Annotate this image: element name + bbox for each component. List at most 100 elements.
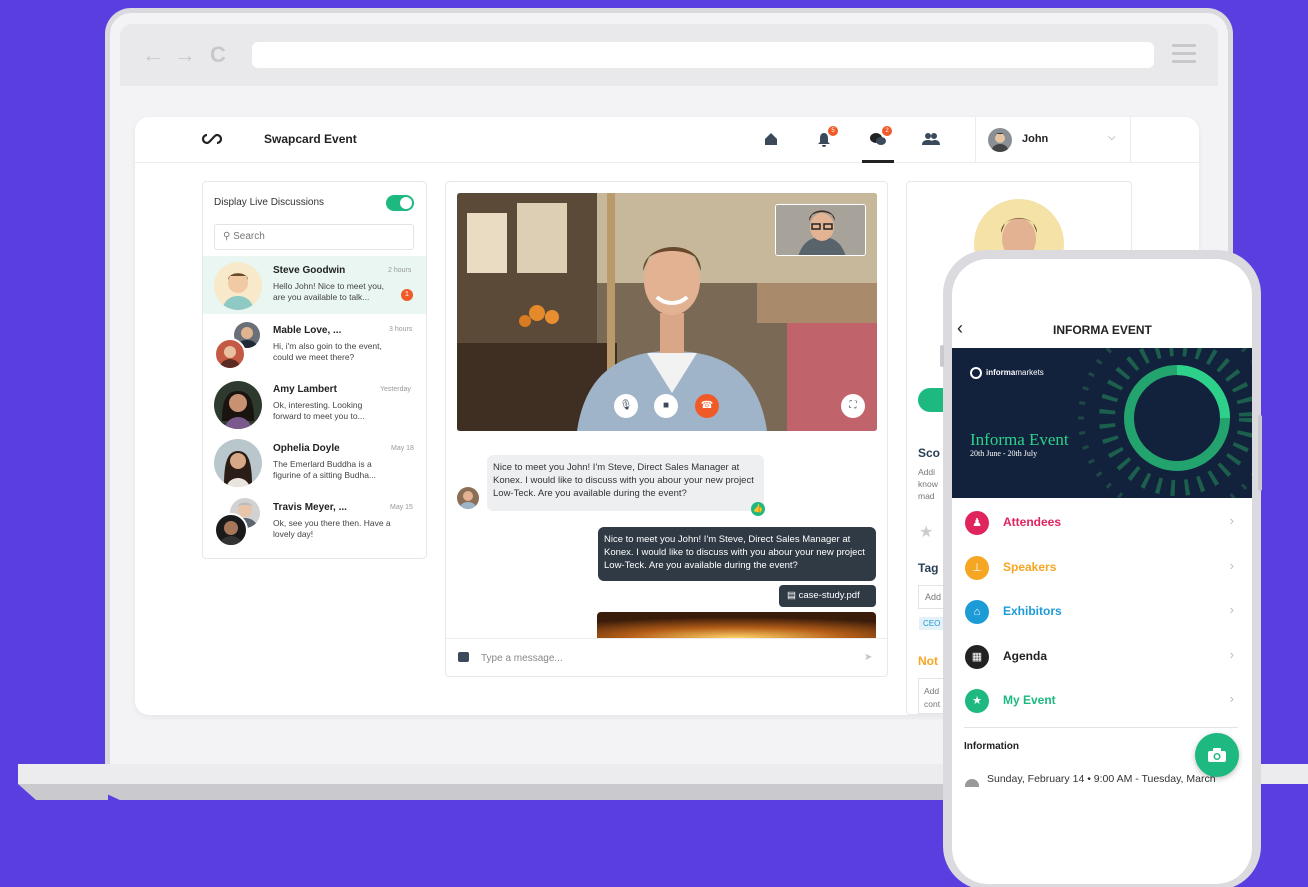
attendees-icon: ♟	[965, 511, 989, 535]
conversation-time: 3 hours	[389, 326, 413, 333]
self-view-video[interactable]	[775, 204, 866, 256]
camera-icon[interactable]: ■	[654, 394, 678, 418]
avatar	[214, 513, 248, 547]
reload-button[interactable]: C	[210, 42, 226, 68]
back-button[interactable]: ←	[142, 42, 164, 68]
avatar	[457, 487, 479, 509]
phone-volume-button	[940, 345, 944, 367]
menu-label: Agenda	[1003, 649, 1048, 663]
contacts-icon[interactable]	[920, 128, 942, 150]
banner-dates: 20th June - 20th July	[970, 449, 1038, 458]
user-name: John	[1022, 133, 1049, 145]
phone-side-button	[1258, 415, 1262, 491]
notes-text-line: Add	[924, 686, 940, 696]
active-tab-indicator	[862, 160, 894, 163]
messages-badge: 2	[882, 126, 892, 136]
agenda-icon: ▦	[965, 645, 989, 669]
chevron-right-icon: ›	[1229, 602, 1234, 617]
phone-title: INFORMA EVENT	[1053, 323, 1152, 337]
message-input[interactable]: Type a message...	[481, 653, 563, 664]
conversation-name[interactable]: Travis Meyer, ...	[273, 502, 347, 513]
conversation-preview: Hello John! Nice to meet you, are you av…	[273, 281, 385, 302]
forward-button[interactable]: →	[174, 42, 196, 68]
menu-icon[interactable]	[1172, 44, 1196, 64]
star-icon[interactable]: ★	[919, 522, 933, 542]
notes-label: Not	[918, 654, 938, 668]
image-icon[interactable]	[458, 652, 469, 662]
outgoing-message: Nice to meet you John! I'm Steve, Direct…	[598, 527, 876, 581]
live-discussions-label: Display Live Discussions	[214, 197, 325, 208]
tags-label: Tag	[918, 561, 939, 575]
unread-badge: 1	[401, 289, 413, 301]
microphone-icon[interactable]: 🎙	[614, 394, 638, 418]
menu-item-my-event[interactable]: ★ My Event ›	[952, 679, 1252, 723]
tag-chip[interactable]: CEO	[919, 617, 945, 630]
conversation-preview: Ok, see you there then. Have a lovely da…	[273, 518, 391, 539]
score-label: Sco	[918, 446, 941, 460]
conversation-time: May 18	[391, 445, 414, 452]
avatar	[214, 262, 262, 310]
menu-item-agenda[interactable]: ▦ Agenda ›	[952, 635, 1252, 679]
score-text-line: mad	[918, 491, 935, 501]
avatar	[214, 338, 246, 370]
chevron-right-icon: ›	[1229, 513, 1234, 528]
conversation-time: Yesterday	[380, 386, 411, 393]
file-name: case-study.pdf	[798, 590, 860, 601]
incoming-message: Nice to meet you John! I'm Steve, Direct…	[487, 455, 764, 511]
back-chevron-icon[interactable]: ‹	[957, 318, 963, 339]
menu-label: Exhibitors	[1003, 604, 1062, 618]
informa-markets-logo: informamarkets	[986, 368, 1044, 377]
menu-label: Speakers	[1003, 560, 1057, 574]
search-placeholder: Search	[233, 231, 265, 242]
information-heading: Information	[964, 741, 1019, 752]
informa-logo-icon	[970, 367, 982, 379]
avatar	[214, 439, 262, 487]
address-bar[interactable]	[252, 42, 1154, 68]
menu-item-attendees[interactable]: ♟ Attendees ›	[952, 501, 1252, 545]
score-text-line: Addi	[918, 467, 936, 477]
conversation-name[interactable]: Mable Love, ...	[273, 325, 341, 336]
conversation-name[interactable]: Steve Goodwin	[273, 265, 345, 276]
chevron-right-icon: ›	[1229, 647, 1234, 662]
camera-fab-button[interactable]	[1195, 733, 1239, 777]
swapcard-logo[interactable]	[200, 130, 224, 151]
image-attachment[interactable]	[597, 612, 876, 638]
divider	[964, 727, 1238, 728]
score-text-line: know	[918, 479, 938, 489]
chevron-down-icon[interactable]: ⌵	[1108, 132, 1116, 143]
file-attachment[interactable]: ▤ case-study.pdf	[779, 585, 876, 607]
like-icon[interactable]: 👍	[751, 502, 765, 516]
banner-title: Informa Event	[970, 430, 1069, 449]
hang-up-icon[interactable]: ☎	[695, 394, 719, 418]
search-input[interactable]: ⚲ Search	[214, 224, 414, 250]
star-icon: ★	[965, 689, 989, 713]
chevron-right-icon: ›	[1229, 691, 1234, 706]
search-icon: ⚲	[223, 231, 231, 242]
live-discussions-toggle[interactable]	[386, 195, 414, 211]
chevron-right-icon: ›	[1229, 558, 1234, 573]
menu-item-speakers[interactable]: ⊥ Speakers ›	[952, 546, 1252, 590]
home-icon[interactable]	[760, 128, 782, 150]
notifications-badge: 5	[828, 126, 838, 136]
conversation-time: May 15	[390, 504, 413, 511]
event-title: Swapcard Event	[264, 132, 357, 146]
conversation-name[interactable]: Ophelia Doyle	[273, 443, 340, 454]
conversation-name[interactable]: Amy Lambert	[273, 384, 337, 395]
avatar	[214, 381, 262, 429]
user-avatar	[988, 128, 1012, 152]
event-date-range: Sunday, February 14 • 9:00 AM - Tuesday,…	[987, 773, 1216, 785]
menu-label: Attendees	[1003, 515, 1062, 529]
fullscreen-icon[interactable]: ⛶	[841, 394, 865, 418]
send-icon[interactable]: ➤	[864, 652, 872, 663]
menu-item-exhibitors[interactable]: ⌂ Exhibitors ›	[952, 590, 1252, 634]
conversation-preview: Ok, interesting. Looking forward to meet…	[273, 400, 365, 421]
exhibitors-icon: ⌂	[965, 600, 989, 624]
notes-text-line: cont	[924, 699, 941, 709]
menu-label: My Event	[1003, 693, 1056, 707]
file-icon: ▤	[787, 590, 796, 601]
location-icon	[965, 779, 979, 787]
speakers-icon: ⊥	[965, 556, 989, 580]
conversation-preview: The Emerlard Buddha is a figurine of a s…	[273, 459, 377, 480]
conversation-preview: Hi, i'm also goin to the event, could we…	[273, 341, 382, 362]
conversation-time: 2 hours	[388, 267, 412, 274]
